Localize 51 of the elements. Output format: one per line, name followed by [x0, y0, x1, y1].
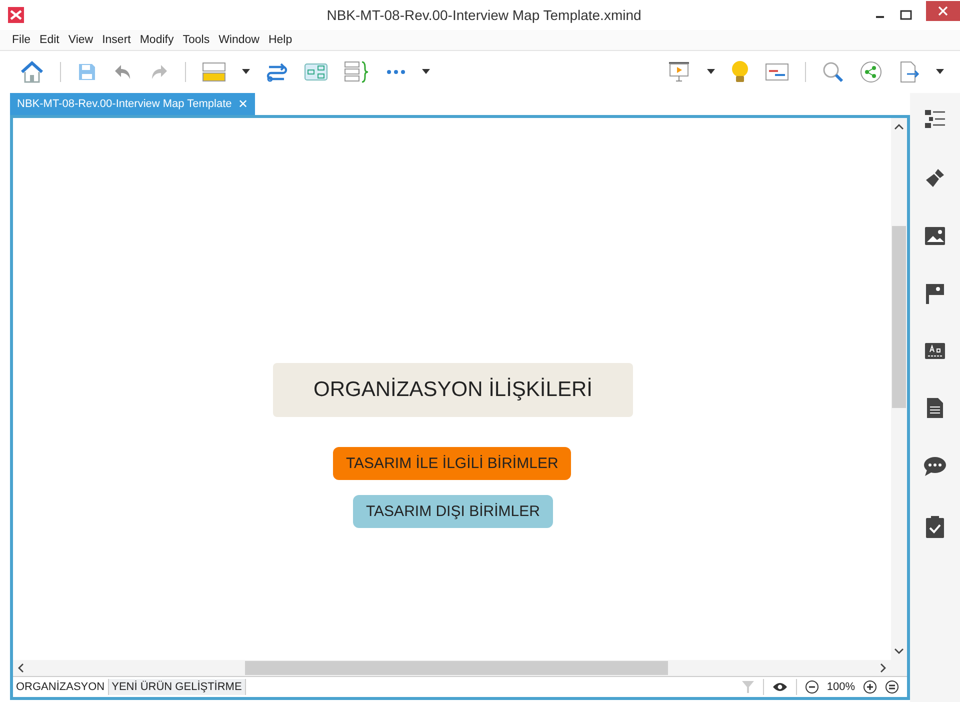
menu-item[interactable]: Window [218, 34, 260, 46]
boundary-icon[interactable] [304, 62, 328, 82]
export-icon[interactable] [898, 61, 920, 83]
text-style-icon[interactable] [924, 342, 946, 360]
menu-item[interactable]: View [68, 34, 94, 46]
scrollbar-thumb[interactable] [892, 226, 906, 408]
zoom-level: 100% [826, 681, 855, 693]
topic[interactable]: ORGANİZASYON İLİŞKİLERİ [273, 363, 633, 417]
app-logo-icon [8, 7, 24, 23]
home-icon[interactable] [20, 61, 44, 83]
search-icon[interactable] [822, 61, 844, 83]
lightbulb-icon[interactable] [731, 60, 749, 84]
caret-icon[interactable] [422, 69, 430, 75]
zoom-out-icon[interactable] [804, 680, 819, 694]
caret-icon[interactable] [707, 69, 715, 75]
image-icon[interactable] [924, 226, 946, 246]
presentation-icon[interactable] [667, 61, 691, 83]
scroll-right-icon[interactable] [879, 663, 887, 673]
menu-item[interactable]: Tools [182, 34, 210, 46]
scroll-up-icon[interactable] [894, 123, 904, 131]
maximize-icon[interactable] [900, 9, 912, 21]
window-title: NBK-MT-08-Rev.00-Interview Map Template.xmind [326, 7, 642, 23]
close-button[interactable] [926, 1, 960, 21]
scrollbar-thumb[interactable] [245, 661, 668, 675]
topic[interactable]: TASARIM DIŞI BİRİMLER [353, 495, 553, 528]
task-icon[interactable] [925, 515, 945, 539]
flag-icon[interactable] [924, 283, 946, 305]
menu-item[interactable]: Modify [140, 34, 174, 46]
caret-icon[interactable] [936, 69, 944, 75]
close-icon [938, 6, 948, 16]
scroll-down-icon[interactable] [894, 647, 904, 655]
gantt-icon[interactable] [765, 62, 789, 82]
caret-icon[interactable] [242, 69, 250, 75]
menu-item[interactable]: Help [268, 34, 292, 46]
topic[interactable]: TASARIM İLE İLGİLİ BİRİMLER [333, 447, 572, 480]
menu-item[interactable]: Edit [40, 34, 60, 46]
sheet-tab[interactable]: YENİ ÜRÜN GELİŞTİRME [108, 679, 246, 695]
menu-item[interactable]: File [12, 34, 31, 46]
fit-icon[interactable] [885, 680, 899, 694]
relationship-icon[interactable] [266, 61, 288, 83]
more-icon[interactable] [386, 69, 406, 75]
topic-icon[interactable] [202, 61, 226, 83]
menu-item[interactable]: Insert [102, 34, 131, 46]
eye-icon[interactable] [772, 681, 788, 693]
comment-icon[interactable] [923, 456, 947, 478]
share-icon[interactable] [860, 61, 882, 83]
outline-icon[interactable] [924, 108, 946, 130]
zoom-in-icon[interactable] [863, 680, 877, 694]
notes-icon[interactable] [926, 397, 944, 419]
scroll-left-icon[interactable] [17, 663, 25, 673]
summary-icon[interactable] [344, 61, 370, 83]
